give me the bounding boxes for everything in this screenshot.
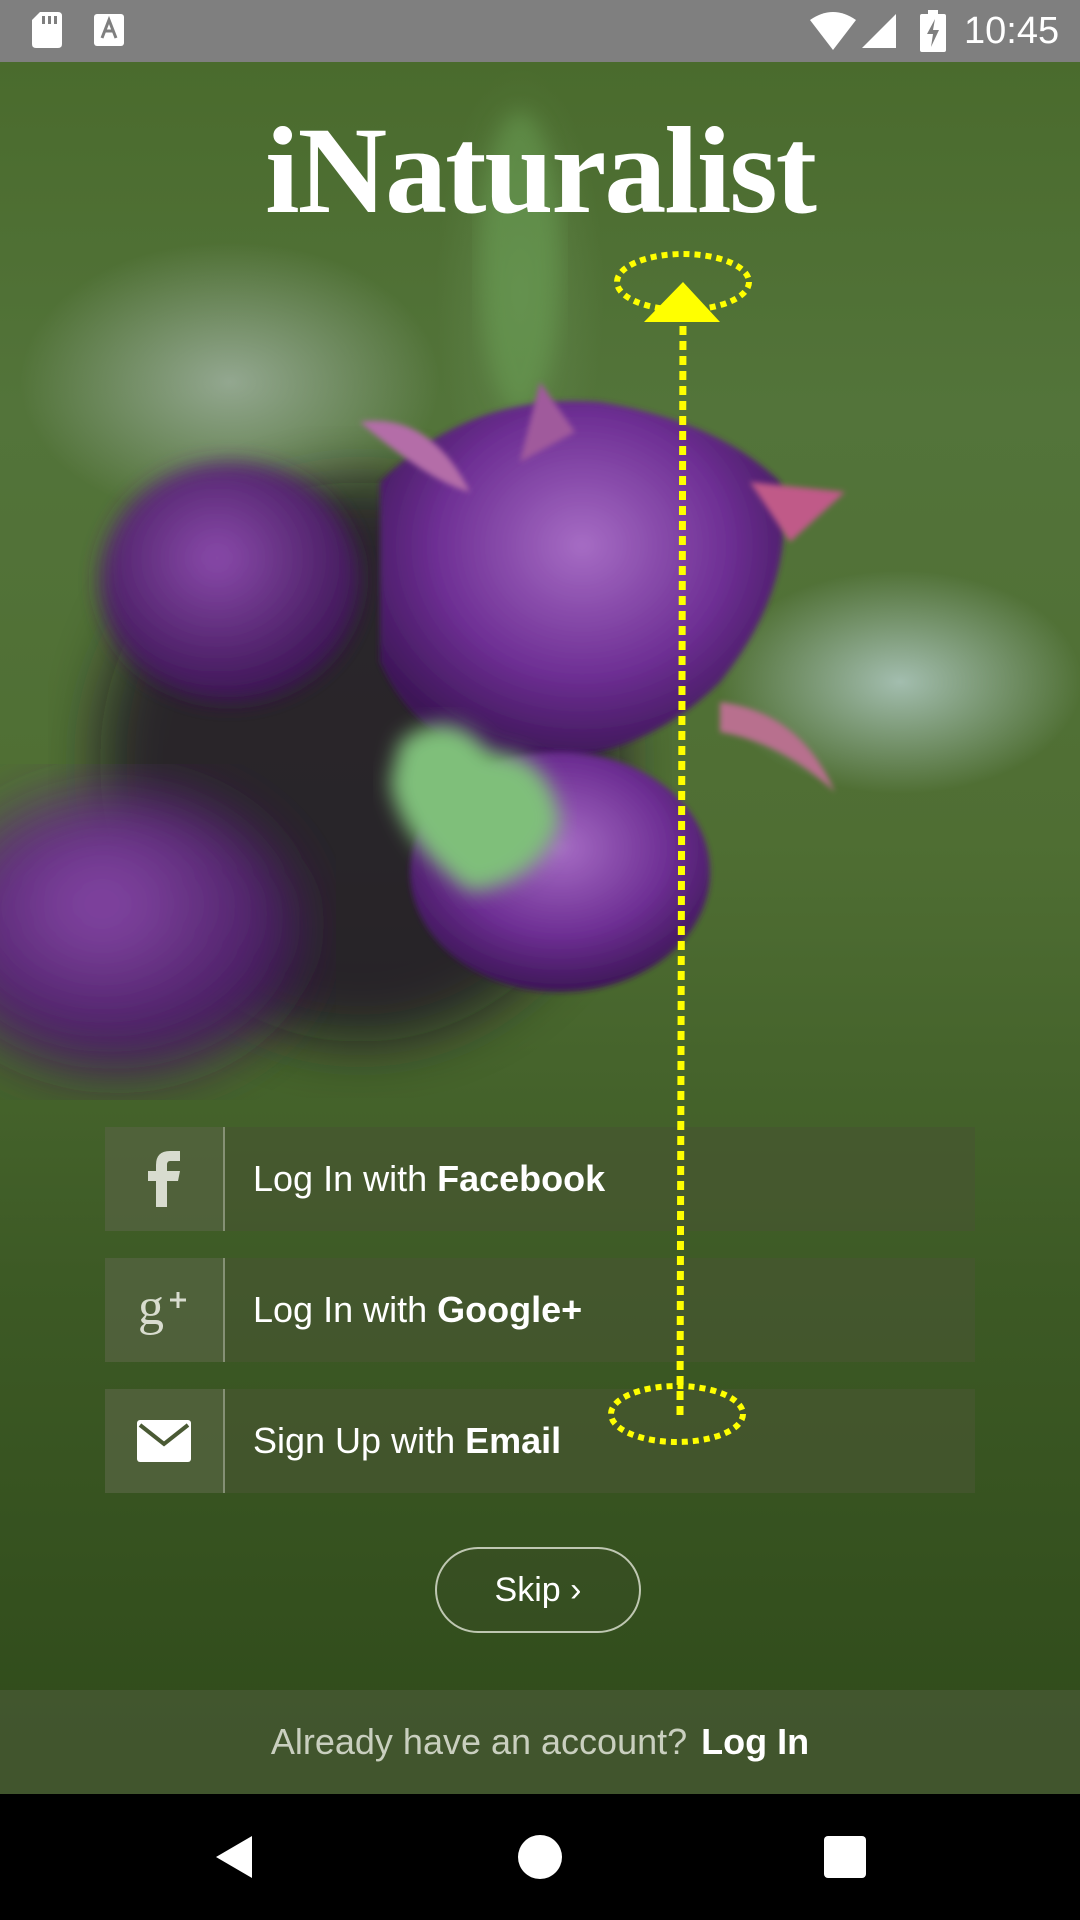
google-icon-cell: g bbox=[105, 1258, 225, 1362]
facebook-icon-cell bbox=[105, 1127, 225, 1231]
account-question: Already have an account? bbox=[270, 1721, 688, 1762]
facebook-login-button[interactable]: Log In with Facebook bbox=[105, 1127, 975, 1231]
signal-icon bbox=[862, 14, 896, 48]
google-login-label: Log In with Google+ bbox=[253, 1289, 583, 1330]
google-plus-icon: g bbox=[138, 1280, 186, 1336]
login-screen: 10:45 iNaturalist Log In with Facebook g… bbox=[0, 0, 1080, 1920]
recents-icon[interactable] bbox=[820, 1832, 870, 1882]
skip-button[interactable]: Skip › bbox=[435, 1547, 641, 1633]
facebook-icon bbox=[148, 1151, 180, 1207]
background-photo bbox=[0, 62, 1080, 1794]
battery-charging-icon bbox=[920, 10, 946, 52]
login-link[interactable]: Log In bbox=[701, 1721, 809, 1763]
a-notification-icon bbox=[94, 14, 124, 46]
status-bar: 10:45 bbox=[0, 0, 1080, 62]
sd-card-icon bbox=[32, 12, 62, 48]
wifi-icon bbox=[810, 12, 856, 50]
email-signup-label: Sign Up with Email bbox=[253, 1420, 562, 1461]
envelope-icon bbox=[137, 1420, 191, 1462]
app-logo: iNaturalist bbox=[265, 102, 817, 239]
email-signup-button[interactable]: Sign Up with Email bbox=[105, 1389, 975, 1493]
home-icon[interactable] bbox=[515, 1832, 565, 1882]
email-icon-cell bbox=[105, 1389, 225, 1493]
google-login-button[interactable]: g Log In with Google+ bbox=[105, 1258, 975, 1362]
navigation-bar bbox=[0, 1794, 1080, 1920]
status-time: 10:45 bbox=[964, 10, 1060, 52]
login-footer: Already have an account? Log In bbox=[0, 1690, 1080, 1794]
flower-image bbox=[0, 112, 845, 1072]
svg-text:g: g bbox=[138, 1280, 164, 1336]
facebook-login-label: Log In with Facebook bbox=[253, 1158, 606, 1199]
back-icon[interactable] bbox=[212, 1832, 262, 1882]
